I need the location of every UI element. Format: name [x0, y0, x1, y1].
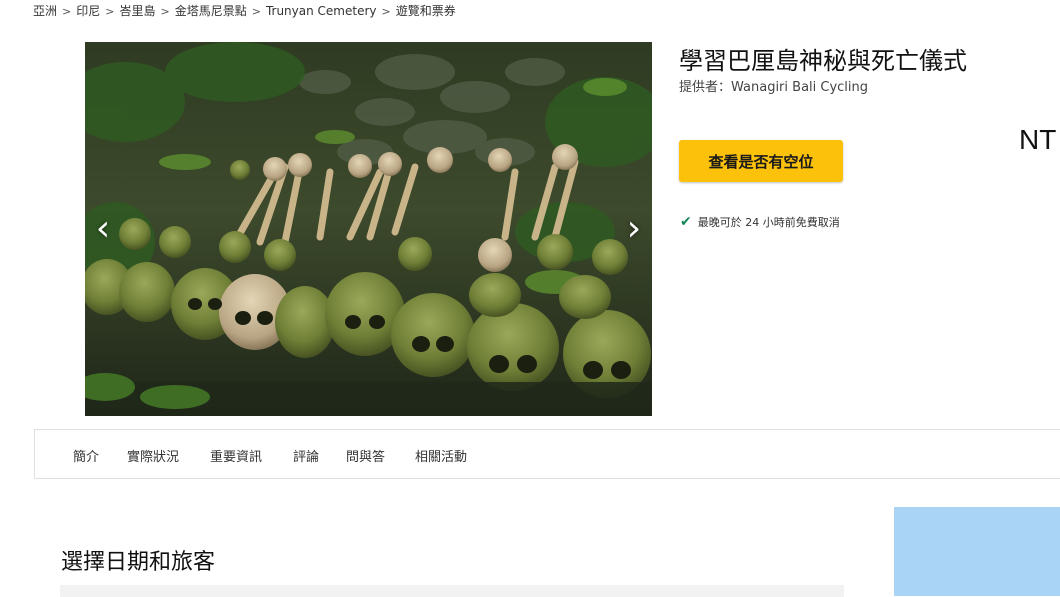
breadcrumb-item-bali[interactable]: 峇里島	[119, 4, 155, 18]
tab-overview[interactable]: 簡介	[73, 446, 99, 465]
breadcrumb-separator: >	[62, 5, 72, 18]
gallery-next-icon[interactable]: ›	[622, 209, 646, 249]
gallery-prev-icon[interactable]: ‹	[91, 209, 115, 249]
breadcrumb-item-tours[interactable]: 遊覽和票券	[396, 4, 456, 18]
hero-photo-gallery[interactable]: ‹ ›	[85, 42, 652, 416]
cancellation-text: 最晚可於 24 小時前免費取消	[697, 216, 840, 229]
date-picker-bar[interactable]	[60, 585, 844, 597]
price-label: NT	[1019, 124, 1057, 155]
checkmark-icon: ✔	[680, 214, 692, 230]
tab-related-activities[interactable]: 相關活動	[415, 446, 467, 465]
free-cancellation-note: ✔ 最晚可於 24 小時前免費取消	[680, 214, 840, 230]
hero-photo	[85, 42, 652, 416]
side-panel	[894, 507, 1060, 596]
breadcrumb-separator: >	[105, 5, 115, 18]
tab-reviews[interactable]: 評論	[293, 446, 319, 465]
tab-qa[interactable]: 問與答	[346, 446, 385, 465]
breadcrumb-separator: >	[381, 5, 391, 18]
tab-details[interactable]: 實際狀況	[127, 446, 179, 465]
tab-important-info[interactable]: 重要資訊	[210, 446, 262, 465]
breadcrumb-item-trunyan[interactable]: Trunyan Cemetery	[266, 4, 377, 18]
breadcrumb-item-indonesia[interactable]: 印尼	[76, 4, 100, 18]
breadcrumb-item-kintamani[interactable]: 金塔馬尼景點	[175, 4, 247, 18]
provider-text: 提供者：Wanagiri Bali Cycling	[679, 80, 869, 95]
breadcrumb: 亞洲 > 印尼 > 峇里島 > 金塔馬尼景點 > Trunyan Cemetery > 遊覽和票券	[33, 2, 456, 19]
section-tabs: 簡介 實際狀況 重要資訊 評論 問與答 相關活動	[34, 429, 1060, 479]
breadcrumb-separator: >	[160, 5, 170, 18]
breadcrumb-separator: >	[251, 5, 261, 18]
check-availability-button[interactable]: 查看是否有空位	[679, 140, 843, 182]
select-date-travelers-heading: 選擇日期和旅客	[61, 550, 216, 575]
product-title: 學習巴厘島神秘與死亡儀式	[679, 47, 967, 75]
breadcrumb-item-asia[interactable]: 亞洲	[33, 4, 57, 18]
